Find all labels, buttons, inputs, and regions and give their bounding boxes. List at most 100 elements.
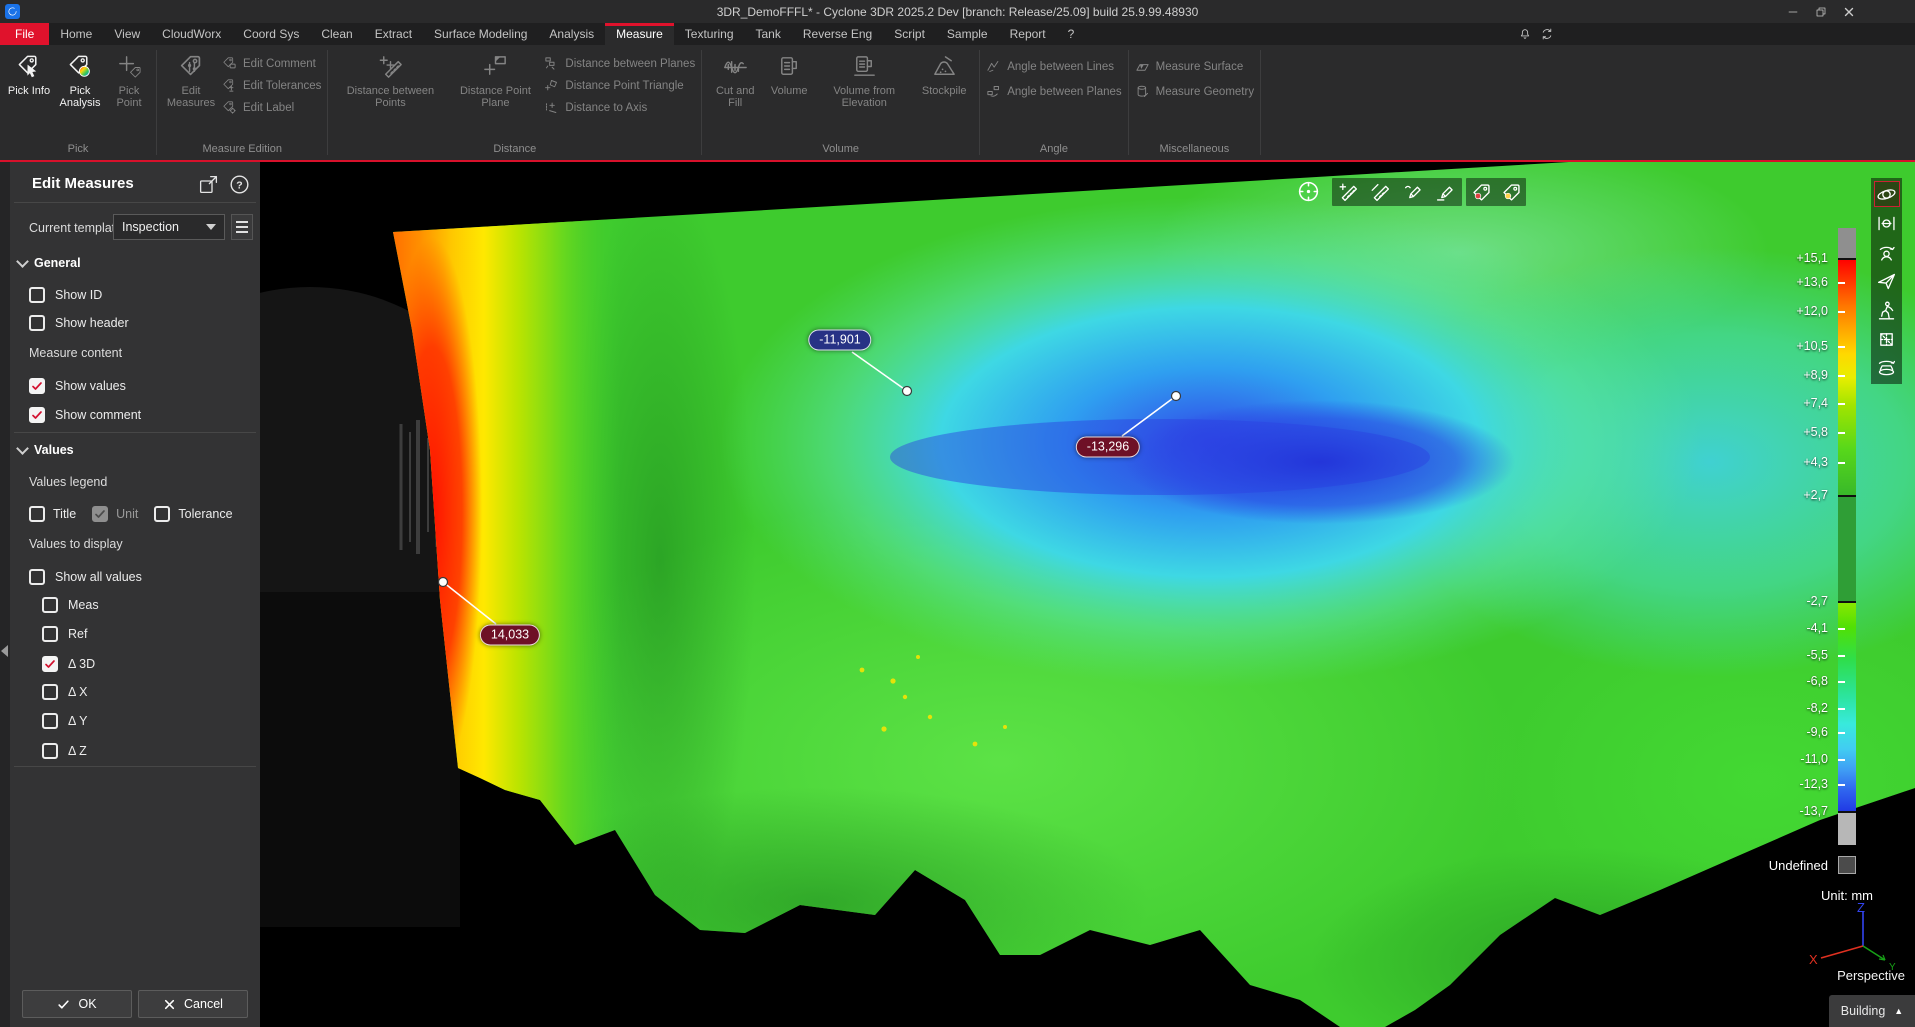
distance-between-planes-item[interactable]: Distance between Planes	[544, 56, 695, 71]
ok-button[interactable]: OK	[22, 990, 132, 1018]
chevron-expanded-icon	[16, 442, 29, 455]
show-comment-checkbox[interactable]	[29, 407, 45, 423]
notifications-bell-icon[interactable]	[1518, 27, 1532, 41]
show-id-checkbox[interactable]	[29, 287, 45, 303]
menu-extract[interactable]: Extract	[364, 23, 423, 45]
meas-checkbox[interactable]	[42, 597, 58, 613]
color-scale-limit-line	[1838, 495, 1856, 497]
restore-button[interactable]	[1807, 0, 1835, 23]
panel-collapse-handle[interactable]	[1, 645, 8, 657]
colorbar-tick-label: +10,5	[1710, 339, 1828, 355]
ribbon-group-measure-edition-label: Measure Edition	[157, 142, 327, 160]
close-button[interactable]	[1835, 0, 1863, 23]
distance-point-triangle-item[interactable]: Distance Point Triangle	[544, 78, 695, 93]
menu-report[interactable]: Report	[999, 23, 1057, 45]
sync-icon[interactable]	[1540, 27, 1554, 41]
menu-coord-sys[interactable]: Coord Sys	[232, 23, 310, 45]
menu-view[interactable]: View	[103, 23, 151, 45]
add-measure-icon[interactable]	[1338, 182, 1359, 203]
popout-panel-icon[interactable]	[198, 174, 219, 198]
colorbar-tick-label: +12,0	[1710, 304, 1828, 320]
scene-render[interactable]	[260, 162, 1915, 1027]
delta-y-checkbox[interactable]	[42, 713, 58, 729]
color-scale: +15,1 +13,6 +12,0 +10,5 +8,9 +7,4 +5,8 +…	[1710, 222, 1880, 928]
pick-analysis-overlay-icon[interactable]	[1501, 182, 1522, 203]
section-values[interactable]: Values	[18, 443, 74, 457]
delta-x-label: Δ X	[68, 685, 87, 699]
cut-and-fill-button[interactable]: Cut and Fill	[708, 47, 762, 109]
pick-point-button[interactable]: Pick Point	[108, 47, 150, 109]
edit-label-item[interactable]: Edit Label	[222, 100, 321, 115]
edit-measures-button[interactable]: Edit Measures	[163, 47, 219, 109]
distance-point-plane-button[interactable]: Distance Point Plane	[449, 47, 541, 109]
measure-distance-icon[interactable]	[1370, 182, 1391, 203]
menu-clean[interactable]: Clean	[310, 23, 363, 45]
show-all-values-checkbox[interactable]	[29, 569, 45, 585]
colorbar-tick-label: +4,3	[1710, 455, 1828, 471]
ribbon-group-volume: Cut and Fill Volume Volume from Elevatio…	[702, 45, 979, 160]
menu-surface-modeling[interactable]: Surface Modeling	[423, 23, 538, 45]
colorbar-tick-label: -13,7	[1710, 804, 1828, 820]
menu-tank[interactable]: Tank	[745, 23, 792, 45]
edit-tolerances-item[interactable]: Edit Tolerances	[222, 78, 321, 93]
menu-file[interactable]: File	[0, 23, 49, 45]
show-values-checkbox[interactable]	[29, 378, 45, 394]
measurement-label[interactable]: -13,296	[1076, 437, 1140, 458]
orbit-tool-icon[interactable]	[1874, 181, 1900, 207]
minimize-button[interactable]	[1779, 0, 1807, 23]
colorbar-tick-label: +2,7	[1710, 488, 1828, 504]
measure-surface-item[interactable]: Measure Surface	[1135, 59, 1254, 74]
measurement-label[interactable]: 14,033	[480, 625, 540, 646]
measure-geometry-item[interactable]: Measure Geometry	[1135, 84, 1254, 99]
measurement-label[interactable]: -11,901	[808, 330, 871, 351]
ribbon-group-angle-label: Angle	[980, 142, 1127, 160]
menu-analysis[interactable]: Analysis	[538, 23, 605, 45]
menu-script[interactable]: Script	[883, 23, 936, 45]
edit-comment-item[interactable]: Edit Comment	[222, 56, 321, 71]
ribbon-group-miscellaneous: Measure Surface Measure Geometry Miscell…	[1129, 45, 1260, 160]
pick-info-button[interactable]: Pick Info	[6, 47, 52, 97]
annotate-icon[interactable]	[1403, 182, 1424, 203]
menu-help[interactable]: ?	[1057, 23, 1086, 45]
distance-between-points-button[interactable]: Distance between Points	[334, 47, 446, 109]
pick-analysis-button[interactable]: Pick Analysis	[55, 47, 105, 109]
color-scale-positive-gradient	[1838, 259, 1856, 496]
color-scale-undefined-cap	[1838, 228, 1856, 259]
distance-to-axis-item[interactable]: Distance to Axis	[544, 100, 695, 115]
viewport-3d[interactable]: -11,901 -13,296 14,033	[260, 162, 1915, 1027]
menu-sample[interactable]: Sample	[936, 23, 999, 45]
color-scale-tolerance-band	[1838, 496, 1856, 602]
building-layer-button[interactable]: Building ▲	[1829, 995, 1915, 1027]
angle-between-planes-item[interactable]: Angle between Planes	[986, 84, 1121, 99]
cancel-button[interactable]: Cancel	[138, 990, 248, 1018]
menu-measure[interactable]: Measure	[605, 23, 674, 45]
delta-z-checkbox[interactable]	[42, 743, 58, 759]
angle-between-lines-item[interactable]: Angle between Lines	[986, 59, 1121, 74]
ref-checkbox[interactable]	[42, 626, 58, 642]
volume-from-elevation-button[interactable]: Volume from Elevation	[816, 47, 912, 109]
menu-cloudworx[interactable]: CloudWorx	[151, 23, 232, 45]
chevron-expanded-icon	[16, 255, 29, 268]
color-scale-limit-line	[1838, 258, 1856, 260]
compass-icon[interactable]	[1296, 179, 1321, 204]
menu-texturing[interactable]: Texturing	[674, 23, 745, 45]
template-select[interactable]: Inspection	[113, 214, 225, 240]
help-icon[interactable]: ?	[229, 174, 250, 198]
menu-home[interactable]: Home	[49, 23, 103, 45]
show-header-checkbox[interactable]	[29, 315, 45, 331]
legend-title-checkbox[interactable]	[29, 506, 45, 522]
menu-reverse-eng[interactable]: Reverse Eng	[792, 23, 883, 45]
draw-icon[interactable]	[1435, 182, 1456, 203]
section-general[interactable]: General	[18, 256, 81, 270]
template-label: Current template	[29, 221, 122, 235]
stockpile-button[interactable]: Stockpile	[915, 47, 973, 97]
volume-button[interactable]: Volume	[765, 47, 813, 97]
legend-tolerance-checkbox[interactable]	[154, 506, 170, 522]
delta-x-checkbox[interactable]	[42, 684, 58, 700]
template-menu-button[interactable]	[231, 214, 253, 240]
show-comment-label: Show comment	[55, 408, 141, 422]
colorbar-tick-label: +8,9	[1710, 368, 1828, 384]
pick-info-overlay-icon[interactable]	[1471, 182, 1492, 203]
delta-y-label: Δ Y	[68, 714, 87, 728]
delta-3d-checkbox[interactable]	[42, 656, 58, 672]
